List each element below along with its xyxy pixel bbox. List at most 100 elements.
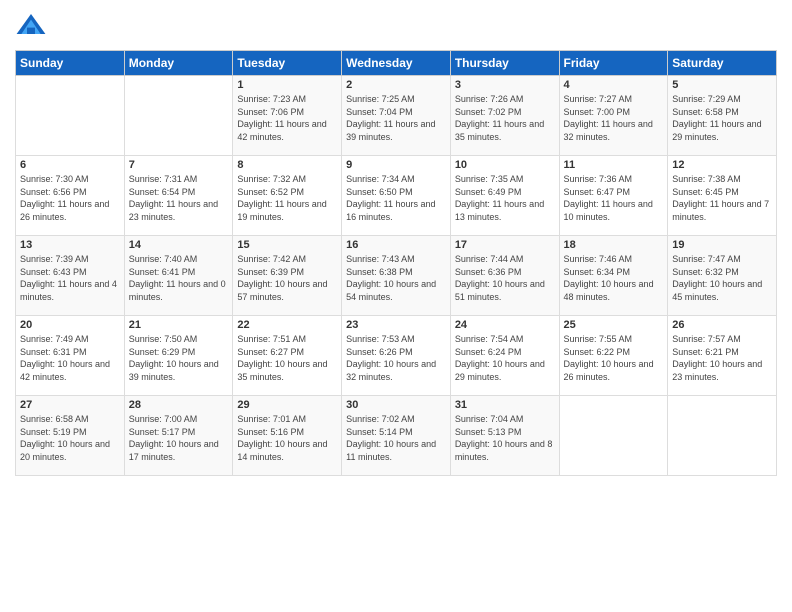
- day-cell: 18 Sunrise: 7:46 AM Sunset: 6:34 PM Dayli…: [559, 236, 668, 316]
- day-header-thursday: Thursday: [450, 51, 559, 76]
- day-number: 12: [672, 159, 772, 171]
- day-info: Sunrise: 7:29 AM Sunset: 6:58 PM Dayligh…: [672, 93, 772, 143]
- day-info: Sunrise: 7:25 AM Sunset: 7:04 PM Dayligh…: [346, 93, 446, 143]
- day-cell: 1 Sunrise: 7:23 AM Sunset: 7:06 PM Daylig…: [233, 76, 342, 156]
- day-info: Sunrise: 7:50 AM Sunset: 6:29 PM Dayligh…: [129, 333, 229, 383]
- day-cell: 27 Sunrise: 6:58 AM Sunset: 5:19 PM Dayli…: [16, 396, 125, 476]
- day-cell: 30Sunrise: 7:02 AM Sunset: 5:14 PM Dayli…: [342, 396, 451, 476]
- day-number: 25: [564, 319, 664, 331]
- day-info: Sunrise: 7:38 AM Sunset: 6:45 PM Dayligh…: [672, 173, 772, 223]
- day-info: Sunrise: 7:31 AM Sunset: 6:54 PM Dayligh…: [129, 173, 229, 223]
- day-number: 27: [20, 399, 120, 411]
- day-cell: [124, 76, 233, 156]
- day-cell: 14Sunrise: 7:40 AM Sunset: 6:41 PM Dayli…: [124, 236, 233, 316]
- day-info: Sunrise: 7:55 AM Sunset: 6:22 PM Dayligh…: [564, 333, 664, 383]
- day-number: 7: [129, 159, 229, 171]
- day-info: Sunrise: 7:53 AM Sunset: 6:26 PM Dayligh…: [346, 333, 446, 383]
- day-cell: 5 Sunrise: 7:29 AM Sunset: 6:58 PM Daylig…: [668, 76, 777, 156]
- calendar-table: SundayMondayTuesdayWednesdayThursdayFrid…: [15, 50, 777, 476]
- day-cell: 26 Sunrise: 7:57 AM Sunset: 6:21 PM Dayli…: [668, 316, 777, 396]
- day-cell: 15 Sunrise: 7:42 AM Sunset: 6:39 PM Dayli…: [233, 236, 342, 316]
- day-number: 21: [129, 319, 229, 331]
- day-number: 24: [455, 319, 555, 331]
- week-row-5: 27 Sunrise: 6:58 AM Sunset: 5:19 PM Dayli…: [16, 396, 777, 476]
- day-info: Sunrise: 7:04 AM Sunset: 5:13 PM Dayligh…: [455, 413, 555, 463]
- day-info: Sunrise: 7:54 AM Sunset: 6:24 PM Dayligh…: [455, 333, 555, 383]
- day-number: 11: [564, 159, 664, 171]
- day-number: 8: [237, 159, 337, 171]
- day-info: Sunrise: 7:00 AM Sunset: 5:17 PM Dayligh…: [129, 413, 229, 463]
- day-number: 16: [346, 239, 446, 251]
- day-info: Sunrise: 7:32 AM Sunset: 6:52 PM Dayligh…: [237, 173, 337, 223]
- day-info: Sunrise: 7:35 AM Sunset: 6:49 PM Dayligh…: [455, 173, 555, 223]
- day-cell: 11 Sunrise: 7:36 AM Sunset: 6:47 PM Dayli…: [559, 156, 668, 236]
- day-number: 18: [564, 239, 664, 251]
- day-number: 4: [564, 79, 664, 91]
- day-info: Sunrise: 7:30 AM Sunset: 6:56 PM Dayligh…: [20, 173, 120, 223]
- day-info: Sunrise: 7:26 AM Sunset: 7:02 PM Dayligh…: [455, 93, 555, 143]
- day-info: Sunrise: 6:58 AM Sunset: 5:19 PM Dayligh…: [20, 413, 120, 463]
- day-info: Sunrise: 7:44 AM Sunset: 6:36 PM Dayligh…: [455, 253, 555, 303]
- day-number: 23: [346, 319, 446, 331]
- day-cell: 29Sunrise: 7:01 AM Sunset: 5:16 PM Dayli…: [233, 396, 342, 476]
- day-number: 1: [237, 79, 337, 91]
- day-number: 19: [672, 239, 772, 251]
- day-info: Sunrise: 7:46 AM Sunset: 6:34 PM Dayligh…: [564, 253, 664, 303]
- day-info: Sunrise: 7:01 AM Sunset: 5:16 PM Dayligh…: [237, 413, 337, 463]
- day-cell: 8 Sunrise: 7:32 AM Sunset: 6:52 PM Daylig…: [233, 156, 342, 236]
- day-number: 13: [20, 239, 120, 251]
- day-cell: 31 Sunrise: 7:04 AM Sunset: 5:13 PM Dayli…: [450, 396, 559, 476]
- logo-icon: [15, 10, 47, 42]
- page: SundayMondayTuesdayWednesdayThursdayFrid…: [0, 0, 792, 612]
- day-cell: 24 Sunrise: 7:54 AM Sunset: 6:24 PM Dayli…: [450, 316, 559, 396]
- day-number: 28: [129, 399, 229, 411]
- day-header-tuesday: Tuesday: [233, 51, 342, 76]
- logo: [15, 10, 51, 42]
- day-info: Sunrise: 7:42 AM Sunset: 6:39 PM Dayligh…: [237, 253, 337, 303]
- day-info: Sunrise: 7:43 AM Sunset: 6:38 PM Dayligh…: [346, 253, 446, 303]
- day-number: 26: [672, 319, 772, 331]
- day-number: 15: [237, 239, 337, 251]
- day-cell: [668, 396, 777, 476]
- day-cell: 3 Sunrise: 7:26 AM Sunset: 7:02 PM Daylig…: [450, 76, 559, 156]
- day-info: Sunrise: 7:57 AM Sunset: 6:21 PM Dayligh…: [672, 333, 772, 383]
- day-number: 14: [129, 239, 229, 251]
- day-cell: 12 Sunrise: 7:38 AM Sunset: 6:45 PM Dayli…: [668, 156, 777, 236]
- day-cell: 7 Sunrise: 7:31 AM Sunset: 6:54 PM Daylig…: [124, 156, 233, 236]
- day-cell: 6Sunrise: 7:30 AM Sunset: 6:56 PM Daylig…: [16, 156, 125, 236]
- day-cell: 23 Sunrise: 7:53 AM Sunset: 6:26 PM Dayli…: [342, 316, 451, 396]
- day-cell: 25 Sunrise: 7:55 AM Sunset: 6:22 PM Dayli…: [559, 316, 668, 396]
- day-cell: 10Sunrise: 7:35 AM Sunset: 6:49 PM Dayli…: [450, 156, 559, 236]
- day-info: Sunrise: 7:36 AM Sunset: 6:47 PM Dayligh…: [564, 173, 664, 223]
- day-header-friday: Friday: [559, 51, 668, 76]
- day-number: 5: [672, 79, 772, 91]
- day-cell: [16, 76, 125, 156]
- week-row-1: 1 Sunrise: 7:23 AM Sunset: 7:06 PM Daylig…: [16, 76, 777, 156]
- day-number: 31: [455, 399, 555, 411]
- day-cell: 13 Sunrise: 7:39 AM Sunset: 6:43 PM Dayli…: [16, 236, 125, 316]
- day-cell: 22Sunrise: 7:51 AM Sunset: 6:27 PM Dayli…: [233, 316, 342, 396]
- day-info: Sunrise: 7:49 AM Sunset: 6:31 PM Dayligh…: [20, 333, 120, 383]
- day-cell: 28 Sunrise: 7:00 AM Sunset: 5:17 PM Dayli…: [124, 396, 233, 476]
- day-cell: [559, 396, 668, 476]
- day-number: 30: [346, 399, 446, 411]
- day-cell: 17 Sunrise: 7:44 AM Sunset: 6:36 PM Dayli…: [450, 236, 559, 316]
- day-cell: 21 Sunrise: 7:50 AM Sunset: 6:29 PM Dayli…: [124, 316, 233, 396]
- day-number: 17: [455, 239, 555, 251]
- day-cell: 19 Sunrise: 7:47 AM Sunset: 6:32 PM Dayli…: [668, 236, 777, 316]
- day-header-saturday: Saturday: [668, 51, 777, 76]
- day-cell: 20Sunrise: 7:49 AM Sunset: 6:31 PM Dayli…: [16, 316, 125, 396]
- week-row-2: 6Sunrise: 7:30 AM Sunset: 6:56 PM Daylig…: [16, 156, 777, 236]
- day-cell: 9Sunrise: 7:34 AM Sunset: 6:50 PM Daylig…: [342, 156, 451, 236]
- day-header-monday: Monday: [124, 51, 233, 76]
- week-row-4: 20Sunrise: 7:49 AM Sunset: 6:31 PM Dayli…: [16, 316, 777, 396]
- day-cell: 2 Sunrise: 7:25 AM Sunset: 7:04 PM Daylig…: [342, 76, 451, 156]
- day-info: Sunrise: 7:23 AM Sunset: 7:06 PM Dayligh…: [237, 93, 337, 143]
- day-info: Sunrise: 7:47 AM Sunset: 6:32 PM Dayligh…: [672, 253, 772, 303]
- day-number: 3: [455, 79, 555, 91]
- day-info: Sunrise: 7:39 AM Sunset: 6:43 PM Dayligh…: [20, 253, 120, 303]
- header: [15, 10, 777, 42]
- day-cell: 16 Sunrise: 7:43 AM Sunset: 6:38 PM Dayli…: [342, 236, 451, 316]
- day-number: 2: [346, 79, 446, 91]
- day-cell: 4Sunrise: 7:27 AM Sunset: 7:00 PM Daylig…: [559, 76, 668, 156]
